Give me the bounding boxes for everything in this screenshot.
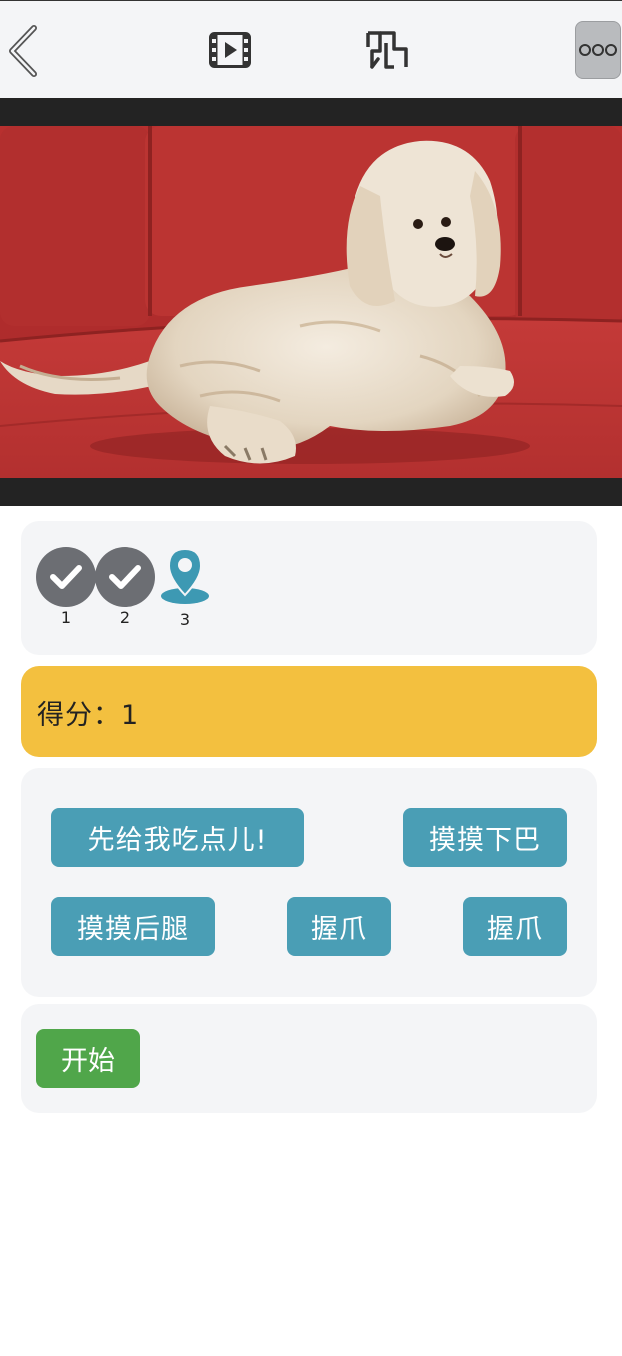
feed-me-button[interactable]: 先给我吃点儿! xyxy=(51,808,304,867)
start-button[interactable]: 开始 xyxy=(36,1029,140,1088)
film-icon xyxy=(209,32,251,68)
score-text: 得分：1 xyxy=(37,700,140,731)
chevron-left-icon xyxy=(9,25,37,77)
step-1[interactable]: 1 xyxy=(36,547,96,627)
map-button[interactable] xyxy=(364,29,410,71)
step-number: 1 xyxy=(60,608,72,627)
location-pin-icon xyxy=(161,547,209,604)
checkmark-icon xyxy=(95,547,155,607)
shake-paw-button[interactable]: 握爪 xyxy=(287,897,391,956)
actions-card: 先给我吃点儿! 摸摸下巴 摸摸后腿 握爪 握爪 xyxy=(21,768,597,997)
pet-chin-button[interactable]: 摸摸下巴 xyxy=(403,808,567,867)
step-number: 2 xyxy=(119,608,131,627)
top-toolbar xyxy=(0,0,622,98)
back-button[interactable] xyxy=(4,25,44,77)
checkmark-icon xyxy=(36,547,96,607)
pet-hind-legs-button[interactable]: 摸摸后腿 xyxy=(51,897,215,956)
shake-paw-button-2[interactable]: 握爪 xyxy=(463,897,567,956)
progress-card: 1 2 3 xyxy=(21,521,597,655)
map-location-icon xyxy=(366,31,408,69)
start-card: 开始 xyxy=(21,1004,597,1113)
video-player[interactable] xyxy=(0,98,622,506)
video-button[interactable] xyxy=(209,32,251,68)
dog-on-red-sofa-photo xyxy=(0,126,622,478)
score-bar: 得分：1 xyxy=(21,666,597,757)
more-options-icon xyxy=(579,44,617,56)
step-number: 3 xyxy=(179,610,191,629)
step-2[interactable]: 2 xyxy=(95,547,155,627)
more-options-button[interactable] xyxy=(575,21,621,79)
step-3[interactable]: 3 xyxy=(157,547,213,629)
